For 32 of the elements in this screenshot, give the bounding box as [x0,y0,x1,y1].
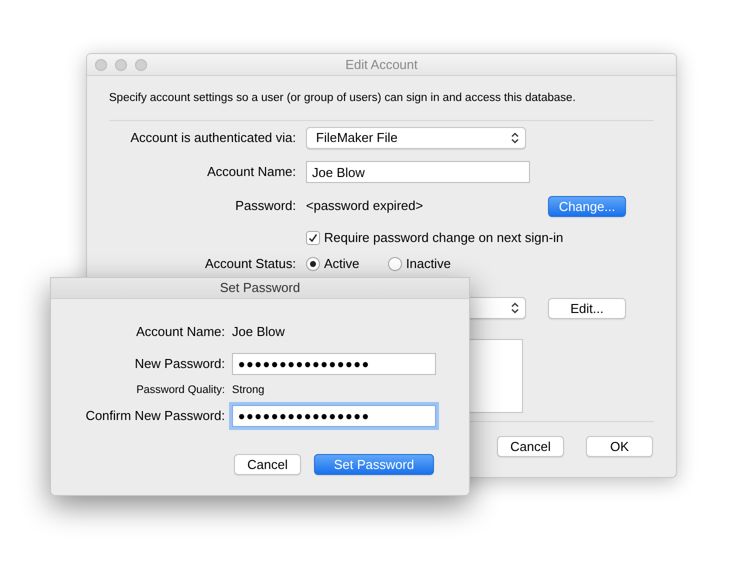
field-label: Password: [234,197,296,216]
field-label: Password Quality: [135,382,225,398]
button[interactable]: Change... [548,196,626,216]
window-control[interactable] [95,59,107,71]
window-control[interactable] [115,59,127,71]
chevron-icon [511,302,519,314]
window-title: Set Password [220,279,300,298]
radio-button[interactable]: Active [306,254,372,274]
button[interactable]: Cancel [497,436,564,457]
button[interactable]: OK [586,436,653,457]
field-label: Account is authenticated via: [130,129,296,148]
field-label: New Password: [134,355,225,374]
password-field[interactable]: ●●●●●●●●●●●●●●●● [232,353,436,375]
password-field[interactable]: ●●●●●●●●●●●●●●●● [232,405,436,427]
radio-button[interactable]: Inactive [388,254,454,274]
field-label: Confirm New Password: [84,407,225,426]
description-text: Specify account settings so a user (or group of users) can sign in and access this database. [108,91,577,106]
button[interactable]: Cancel [234,454,301,475]
check-icon [308,233,318,243]
window-title: Edit Account [345,56,418,74]
window-control[interactable] [135,59,147,71]
button[interactable]: Edit... [548,298,626,318]
field-label: Account Status: [204,255,296,273]
field-label: Account Name: [135,323,225,342]
account-name-value: Joe Blow [232,323,285,342]
dropdown[interactable]: FileMaker File [306,127,526,149]
account-name-field[interactable]: Joe Blow [306,161,530,183]
field-label: Account Name: [206,163,296,182]
checkbox[interactable]: Require password change on next sign-in [306,228,564,248]
chevron-icon [511,132,519,144]
quality-value: Strong [232,382,264,398]
password-status: <password expired> [306,197,424,216]
